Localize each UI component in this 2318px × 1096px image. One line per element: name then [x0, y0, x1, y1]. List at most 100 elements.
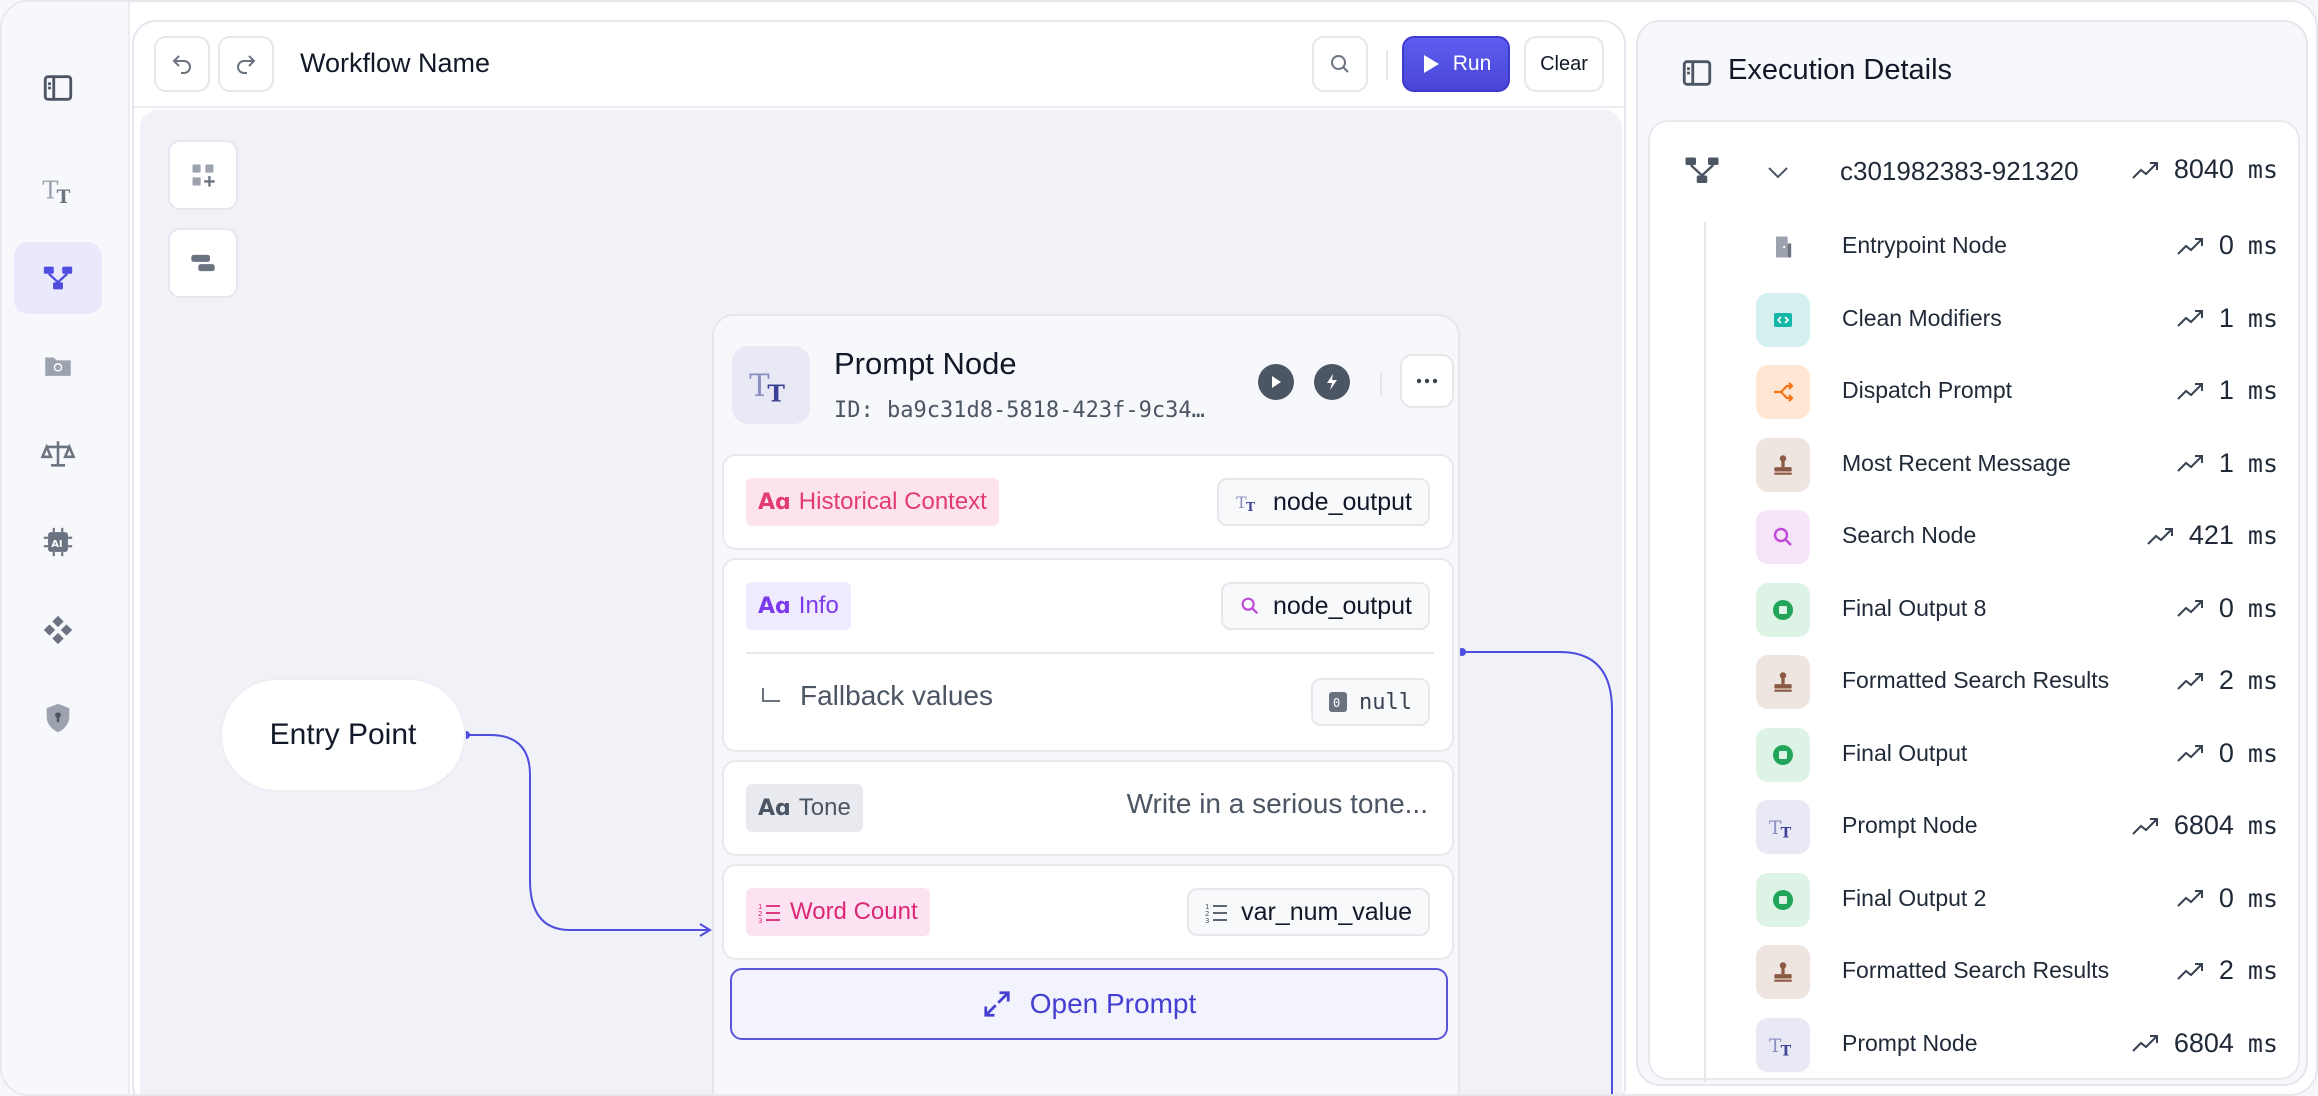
- execution-row[interactable]: Final Output 0 ms: [1650, 720, 2298, 792]
- time-unit: ms: [2247, 666, 2278, 695]
- fallback-value-pill[interactable]: 0 null: [1311, 678, 1430, 726]
- rail-workflows-button[interactable]: [14, 242, 102, 314]
- time-value: 0: [2218, 592, 2234, 623]
- run-button[interactable]: Run: [1402, 36, 1510, 92]
- rail-documents-button[interactable]: [14, 330, 102, 402]
- search-button[interactable]: [1312, 36, 1368, 92]
- open-prompt-label: Open Prompt: [1029, 988, 1197, 1019]
- execution-root-row[interactable]: c301982383-921320 8040 ms: [1650, 142, 2298, 202]
- field-value-pill[interactable]: 123 var_num_value: [1187, 888, 1430, 936]
- time-unit: ms: [2247, 811, 2278, 840]
- field-label: Tone: [798, 794, 851, 821]
- execution-row[interactable]: Dispatch Prompt 1 ms: [1650, 357, 2298, 429]
- execution-row[interactable]: Clean Modifiers 1 ms: [1650, 285, 2298, 357]
- execution-tree: c301982383-921320 8040 ms Entrypoint Nod…: [1648, 120, 2300, 1082]
- text-icon: TT: [1756, 1017, 1810, 1072]
- redo-button[interactable]: [218, 36, 274, 92]
- field-tone[interactable]: Aɑ Tone Write in a serious tone...: [722, 760, 1454, 856]
- row-time: 1 ms: [2177, 448, 2278, 479]
- execution-row[interactable]: Formatted Search Results 2 ms: [1650, 937, 2298, 1009]
- play-icon: [1423, 55, 1439, 73]
- rail-evaluations-button[interactable]: [14, 418, 102, 490]
- svg-text:T: T: [1781, 826, 1792, 840]
- toggle-sidebar-button[interactable]: [14, 52, 102, 124]
- row-label: Clean Modifiers: [1842, 304, 2002, 331]
- time-value: 2: [2218, 955, 2234, 985]
- workflow-canvas[interactable]: Entry Point TT Prompt Node ID: ba9c31d8-…: [140, 110, 1622, 1094]
- field-historical-context[interactable]: Aɑ Historical Context TT node_output: [722, 454, 1454, 550]
- execution-row[interactable]: T T Prompt Node 6804 ms: [1650, 792, 2298, 864]
- svg-text:AI: AI: [51, 539, 62, 550]
- app-window: TT AI Workflow Name Run Clear Entry Poin…: [0, 0, 2318, 1096]
- field-tag: Aɑ Info: [746, 582, 851, 630]
- ai-chip-icon: AI: [43, 527, 73, 557]
- row-label: Search Node: [1842, 522, 1977, 548]
- field-word-count[interactable]: 123 Word Count 123 var_num_value: [722, 864, 1454, 960]
- workflow-editor: Workflow Name Run Clear Entry Point T T …: [132, 20, 1626, 1094]
- row-label: Formatted Search Results: [1842, 957, 2110, 983]
- rail-prompts-button[interactable]: TT: [14, 154, 102, 226]
- row-time: 421 ms: [2147, 520, 2278, 551]
- time-unit: ms: [2247, 303, 2278, 333]
- trend-icon: [2177, 382, 2203, 400]
- prompt-node[interactable]: TT Prompt Node ID: ba9c31d8-5818-423f-9c…: [712, 314, 1460, 1094]
- execution-row[interactable]: Final Output 2 0 ms: [1650, 865, 2298, 937]
- execution-id: c301982383-921320: [1840, 156, 2079, 186]
- time-value: 1: [2218, 447, 2234, 478]
- quick-run-button[interactable]: [1314, 364, 1350, 400]
- row-time: 2 ms: [2177, 665, 2278, 696]
- field-value: var_num_value: [1241, 897, 1412, 926]
- field-value[interactable]: Write in a serious tone...: [1127, 788, 1428, 820]
- time-unit: ms: [2247, 521, 2278, 550]
- rail-models-button[interactable]: AI: [14, 506, 102, 578]
- field-tag: Aɑ Historical Context: [746, 478, 999, 526]
- row-time: 1 ms: [2177, 303, 2278, 334]
- workflow-name[interactable]: Workflow Name: [300, 48, 490, 79]
- editor-toolbar: Workflow Name Run Clear: [134, 22, 1624, 108]
- time-value: 0: [2218, 230, 2234, 260]
- execution-row[interactable]: Entrypoint Node 0 ms: [1650, 212, 2298, 284]
- execution-row[interactable]: Formatted Search Results 2 ms: [1650, 647, 2298, 719]
- undo-button[interactable]: [154, 36, 210, 92]
- field-value-pill[interactable]: node_output: [1220, 582, 1430, 630]
- node-action-divider: [1380, 372, 1382, 396]
- field-info[interactable]: Aɑ Info node_output Fallback values 0 nu…: [722, 558, 1454, 752]
- shield-icon: [46, 703, 70, 733]
- left-rail: TT AI: [2, 2, 130, 1094]
- fallback-arrow-icon: [762, 688, 780, 702]
- run-node-button[interactable]: [1258, 364, 1294, 400]
- rail-components-button[interactable]: [14, 594, 102, 666]
- row-time: 2 ms: [2177, 955, 2278, 986]
- svg-text:T: T: [1246, 500, 1255, 513]
- rail-security-button[interactable]: [14, 682, 102, 754]
- execution-row[interactable]: Final Output 8 0 ms: [1650, 575, 2298, 647]
- row-label: Entrypoint Node: [1842, 232, 2007, 258]
- chevron-down-icon[interactable]: [1766, 164, 1790, 180]
- expand-icon: [984, 991, 1010, 1017]
- clear-button[interactable]: Clear: [1524, 36, 1604, 92]
- stamp-icon: [1756, 945, 1810, 999]
- scale-icon: [41, 441, 75, 467]
- execution-row[interactable]: Search Node 421 ms: [1650, 502, 2298, 574]
- execution-row[interactable]: T T Prompt Node 6804 ms: [1650, 1010, 2298, 1082]
- node-more-button[interactable]: [1400, 354, 1454, 408]
- panel-icon[interactable]: [1680, 56, 1714, 90]
- time-value: 1: [2218, 375, 2234, 405]
- field-value-pill[interactable]: TT node_output: [1216, 478, 1430, 526]
- open-prompt-button[interactable]: Open Prompt: [730, 968, 1448, 1040]
- field-label: Info: [798, 592, 839, 619]
- text-icon: TT: [1236, 493, 1255, 513]
- field-tag: Aɑ Tone: [746, 784, 863, 832]
- more-icon: [1416, 378, 1438, 384]
- run-label: Run: [1452, 52, 1492, 75]
- execution-details-panel: Execution Details c301982383-921320 8040…: [1636, 20, 2308, 1086]
- trend-icon: [2177, 745, 2203, 762]
- null-icon: 0: [1329, 692, 1348, 712]
- execution-row[interactable]: Most Recent Message 1 ms: [1650, 430, 2298, 502]
- entry-point-node[interactable]: Entry Point: [220, 678, 466, 792]
- row-label: Prompt Node: [1842, 1029, 1978, 1056]
- text-icon: TT: [749, 368, 785, 405]
- svg-text:T: T: [767, 379, 785, 405]
- components-icon: [43, 615, 73, 645]
- trend-icon: [2177, 455, 2203, 472]
